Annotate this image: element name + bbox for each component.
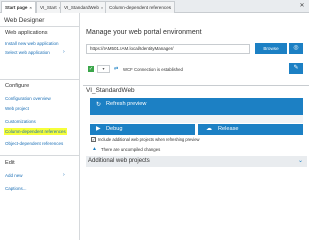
sidebar-item-install-new-web-application[interactable]: Install new web application (5, 41, 59, 46)
page-title: Manage your web portal environment (86, 29, 202, 36)
wcf-status-text: WCF Connection is established (123, 67, 183, 72)
include-projects-checkbox[interactable]: ✓ (91, 137, 96, 142)
tab-label: VI_StandardWeb (64, 5, 99, 10)
sidebar-item-web-project[interactable]: Web project (5, 106, 29, 111)
sidebar-item-add-new[interactable]: Add new (5, 173, 23, 178)
sidebar-item-captions[interactable]: Captions... (5, 186, 27, 191)
release-button[interactable]: ☁ Release (198, 124, 303, 135)
tab-bar: Start page× VI_Start× VI_StandardWeb× Co… (0, 0, 309, 14)
additional-web-projects-header[interactable]: Additional web projects ⌄ (86, 156, 307, 167)
close-icon[interactable]: × (29, 5, 31, 10)
tab-label: Column-dependent references (109, 5, 172, 10)
warning-icon: ▲ (92, 146, 97, 152)
tab-label: Start page (5, 5, 28, 10)
sidebar-item-select-web-application[interactable]: Select web application (5, 50, 50, 55)
project-title: VI_StandardWeb (86, 87, 135, 94)
divider (0, 155, 80, 156)
divider (0, 26, 80, 27)
close-icon[interactable]: × (101, 5, 103, 10)
browse-button[interactable]: Browse (255, 43, 287, 54)
section-heading-web-applications: Web applications (5, 30, 48, 36)
release-label: Release (218, 126, 239, 132)
preview-panel (90, 115, 303, 123)
tab-vi-standardweb[interactable]: VI_StandardWeb × (60, 1, 108, 13)
chevron-right-icon[interactable]: › (63, 172, 65, 178)
sidebar-item-column-dependent-references[interactable]: Column-dependent references (4, 128, 67, 135)
globe-icon[interactable]: ◎ (289, 43, 303, 54)
refresh-icon: ↻ (96, 102, 102, 108)
sidebar-item-customizations[interactable]: Customizations (5, 119, 36, 124)
tab-column-dependent-references[interactable]: Column-dependent references (105, 1, 176, 13)
close-icon[interactable]: ✕ (298, 2, 306, 10)
sidebar-item-configuration-overview[interactable]: Configuration overview (5, 96, 51, 101)
chevron-down-icon[interactable]: ⌄ (298, 156, 303, 167)
additional-web-projects-label: Additional web projects (88, 158, 150, 164)
url-input[interactable]: https://IAM501.IAM.local/IdentityManager… (86, 44, 250, 54)
connection-settings-button[interactable]: ✎ (289, 63, 303, 74)
check-icon: ✓ (88, 66, 94, 72)
warning-text: There are uncompiled changes (101, 147, 161, 152)
tab-label: VI_Start (40, 5, 57, 10)
sidebar-item-object-dependent-references[interactable]: Object-dependent references (5, 141, 63, 146)
connection-icon: ⇄ (114, 66, 119, 72)
debug-label: Debug (106, 126, 123, 132)
refresh-label: Refresh preview (106, 101, 147, 107)
debug-icon: ▶ (96, 126, 101, 132)
chevron-right-icon[interactable]: › (63, 49, 65, 55)
include-projects-label: Include additional web projects when ref… (98, 137, 200, 142)
divider (0, 79, 80, 80)
connection-selector[interactable]: ▾ (97, 65, 110, 73)
section-heading-configure: Configure (5, 83, 30, 89)
sidebar-title: Web Designer (4, 17, 45, 24)
main-panel: Manage your web portal environment https… (83, 13, 309, 240)
cloud-upload-icon: ☁ (206, 126, 212, 132)
refresh-preview-button[interactable]: ↻ Refresh preview (90, 98, 303, 115)
section-heading-edit: Edit (5, 160, 15, 166)
divider (83, 85, 309, 86)
sidebar: Web Designer Web applications Install ne… (0, 13, 80, 240)
debug-button[interactable]: ▶ Debug (90, 124, 195, 135)
